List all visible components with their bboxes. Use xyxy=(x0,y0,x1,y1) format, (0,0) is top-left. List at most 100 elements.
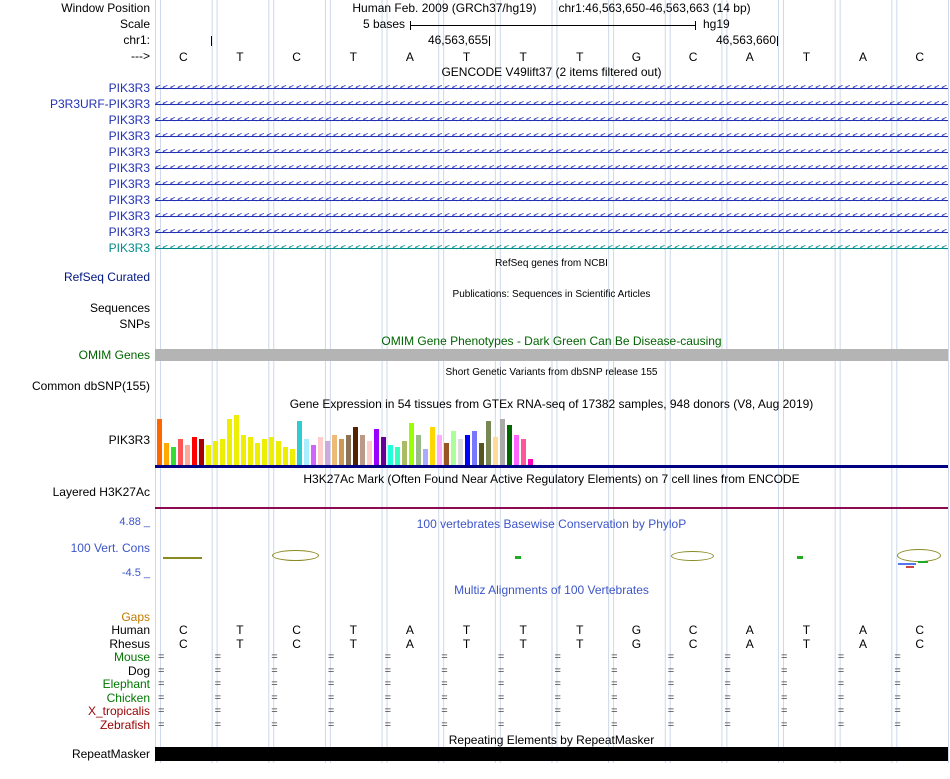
base-cell: C xyxy=(915,50,924,64)
gtex-bar xyxy=(493,437,498,465)
base-cell: = xyxy=(611,705,618,717)
alignment-row-gaps[interactable] xyxy=(155,611,948,624)
base-cell xyxy=(608,611,665,624)
base-cell: = xyxy=(837,719,845,731)
gtex-bar xyxy=(248,437,253,465)
track-label-repeatmasker[interactable]: RepeatMasker xyxy=(0,748,150,761)
base-cell: T xyxy=(349,624,357,637)
gencode-heading[interactable]: GENCODE V49lift37 (2 items filtered out) xyxy=(155,66,948,79)
gene-row[interactable]: <<<<<<<<<<<<<<<<<<<<<<<<<<<<<<<<<<<<<<<<… xyxy=(155,144,948,160)
base-cell: = xyxy=(554,678,561,690)
alignment-row-mouse[interactable]: = = = = = = = = = = = = = = xyxy=(155,651,948,664)
base-cell: = xyxy=(667,719,675,731)
base-cell: = xyxy=(271,678,278,690)
gene-label[interactable]: PIK3R3 xyxy=(0,208,150,224)
base-cell: = xyxy=(724,719,731,731)
gene-label[interactable]: P3R3URF-PIK3R3 xyxy=(0,96,150,112)
base-cell: T xyxy=(462,638,471,651)
gene-row[interactable]: <<<<<<<<<<<<<<<<<<<<<<<<<<<<<<<<<<<<<<<<… xyxy=(155,128,948,144)
base-cell: T xyxy=(519,624,527,637)
gene-row[interactable]: <<<<<<<<<<<<<<<<<<<<<<<<<<<<<<<<<<<<<<<<… xyxy=(155,240,948,256)
base-cell: = xyxy=(327,692,335,704)
dbsnp-heading[interactable]: Short Genetic Variants from dbSNP releas… xyxy=(155,367,948,379)
base-cell: = xyxy=(667,692,675,704)
gene-label[interactable]: PIK3R3 xyxy=(0,128,150,144)
base-cell: = xyxy=(554,665,561,677)
base-cell: = xyxy=(214,678,222,690)
gtex-bar xyxy=(206,445,211,465)
base-cell: = xyxy=(441,678,448,690)
base-ruler[interactable]: CTCTATTTGCATAC xyxy=(155,50,948,64)
gene-row[interactable]: <<<<<<<<<<<<<<<<<<<<<<<<<<<<<<<<<<<<<<<<… xyxy=(155,208,948,224)
track-label-refseq-curated[interactable]: RefSeq Curated xyxy=(0,271,150,284)
gene-row[interactable]: <<<<<<<<<<<<<<<<<<<<<<<<<<<<<<<<<<<<<<<<… xyxy=(155,160,948,176)
alignment-row-zebrafish[interactable]: = = = = = = = = = = = = = = xyxy=(155,719,948,732)
gtex-bar xyxy=(402,441,407,465)
gene-row[interactable]: <<<<<<<<<<<<<<<<<<<<<<<<<<<<<<<<<<<<<<<<… xyxy=(155,192,948,208)
phylop-heading[interactable]: 100 vertebrates Basewise Conservation by… xyxy=(155,518,948,531)
gene-label[interactable]: PIK3R3 xyxy=(0,80,150,96)
track-label-snps[interactable]: SNPs xyxy=(0,318,150,331)
base-cell: = xyxy=(781,651,788,663)
gene-label[interactable]: PIK3R3 xyxy=(0,240,150,256)
base-cell xyxy=(155,611,212,624)
gene-label[interactable]: PIK3R3 xyxy=(0,112,150,128)
omim-region-bar[interactable] xyxy=(155,349,948,361)
alignment-row-chicken[interactable]: = = = = = = = = = = = = = = xyxy=(155,692,948,705)
h3k27ac-signal-line[interactable] xyxy=(155,507,948,509)
alignment-label-elephant[interactable]: Elephant xyxy=(0,678,150,691)
gene-strand-arrows: <<<<<<<<<<<<<<<<<<<<<<<<<<<<<<<<<<<<<<<<… xyxy=(155,115,948,125)
repeatmasker-heading[interactable]: Repeating Elements by RepeatMasker xyxy=(155,734,948,747)
alignment-row-x-tropicalis[interactable]: = = = = = = = = = = = = = = xyxy=(155,705,948,718)
gene-label[interactable]: PIK3R3 xyxy=(0,160,150,176)
base-cell: C xyxy=(292,624,301,637)
track-label-common-dbsnp[interactable]: Common dbSNP(155) xyxy=(0,380,150,393)
alignment-label-zebrafish[interactable]: Zebrafish xyxy=(0,719,150,732)
gtex-bar xyxy=(339,439,344,465)
gene-row[interactable]: <<<<<<<<<<<<<<<<<<<<<<<<<<<<<<<<<<<<<<<<… xyxy=(155,80,948,96)
refseq-heading[interactable]: RefSeq genes from NCBI xyxy=(155,258,948,270)
track-label-omim-genes[interactable]: OMIM Genes xyxy=(0,349,150,362)
alignment-label-human[interactable]: Human xyxy=(0,624,150,637)
gene-label[interactable]: PIK3R3 xyxy=(0,144,150,160)
gene-label[interactable]: PIK3R3 xyxy=(0,192,150,208)
alignment-row-elephant[interactable]: = = = = = = = = = = = = = = xyxy=(155,678,948,691)
track-label-layered-h3k27ac[interactable]: Layered H3K27Ac xyxy=(0,486,150,499)
gene-label[interactable]: PIK3R3 xyxy=(0,224,150,240)
base-cell: = xyxy=(837,692,845,704)
base-cell: A xyxy=(859,50,868,64)
track-label-100-vert-cons[interactable]: 100 Vert. Cons xyxy=(0,542,150,555)
base-cell: = xyxy=(667,705,675,717)
track-label-gtex-gene[interactable]: PIK3R3 xyxy=(0,434,150,447)
track-label-sequences[interactable]: Sequences xyxy=(0,302,150,315)
base-cell: = xyxy=(441,665,448,677)
gene-row[interactable]: <<<<<<<<<<<<<<<<<<<<<<<<<<<<<<<<<<<<<<<<… xyxy=(155,224,948,240)
alignment-label-x-tropicalis[interactable]: X_tropicalis xyxy=(0,705,150,718)
base-cell: C xyxy=(292,638,301,651)
publications-heading[interactable]: Publications: Sequences in Scientific Ar… xyxy=(155,289,948,301)
alignment-row-human[interactable]: CTCTATTTGCATAC xyxy=(155,624,948,637)
omim-heading[interactable]: OMIM Gene Phenotypes - Dark Green Can Be… xyxy=(155,335,948,348)
gtex-bar xyxy=(318,437,323,465)
alignment-row-dog[interactable]: = = = = = = = = = = = = = = xyxy=(155,665,948,678)
base-cell: T xyxy=(462,50,471,64)
base-cell: = xyxy=(384,705,391,717)
alignment-label-mouse[interactable]: Mouse xyxy=(0,651,150,664)
base-cell: = xyxy=(214,719,222,731)
gtex-baseline xyxy=(155,465,948,468)
gtex-bar xyxy=(360,435,365,465)
alignment-row-rhesus[interactable]: CTCTATTTGCATAC xyxy=(155,638,948,651)
base-cell: = xyxy=(384,665,391,677)
gtex-bar xyxy=(283,447,288,465)
multiz-heading[interactable]: Multiz Alignments of 100 Vertebrates xyxy=(155,584,948,597)
gene-row[interactable]: <<<<<<<<<<<<<<<<<<<<<<<<<<<<<<<<<<<<<<<<… xyxy=(155,176,948,192)
base-cell: T xyxy=(236,50,244,64)
gene-row[interactable]: <<<<<<<<<<<<<<<<<<<<<<<<<<<<<<<<<<<<<<<<… xyxy=(155,112,948,128)
repeatmasker-element-bar[interactable] xyxy=(155,747,948,761)
gene-row[interactable]: <<<<<<<<<<<<<<<<<<<<<<<<<<<<<<<<<<<<<<<<… xyxy=(155,96,948,112)
gtex-expression-bars[interactable] xyxy=(157,415,537,465)
gtex-bar xyxy=(451,431,456,465)
gtex-heading[interactable]: Gene Expression in 54 tissues from GTEx … xyxy=(155,398,948,411)
h3k27ac-heading[interactable]: H3K27Ac Mark (Often Found Near Active Re… xyxy=(155,473,948,486)
gene-label[interactable]: PIK3R3 xyxy=(0,176,150,192)
